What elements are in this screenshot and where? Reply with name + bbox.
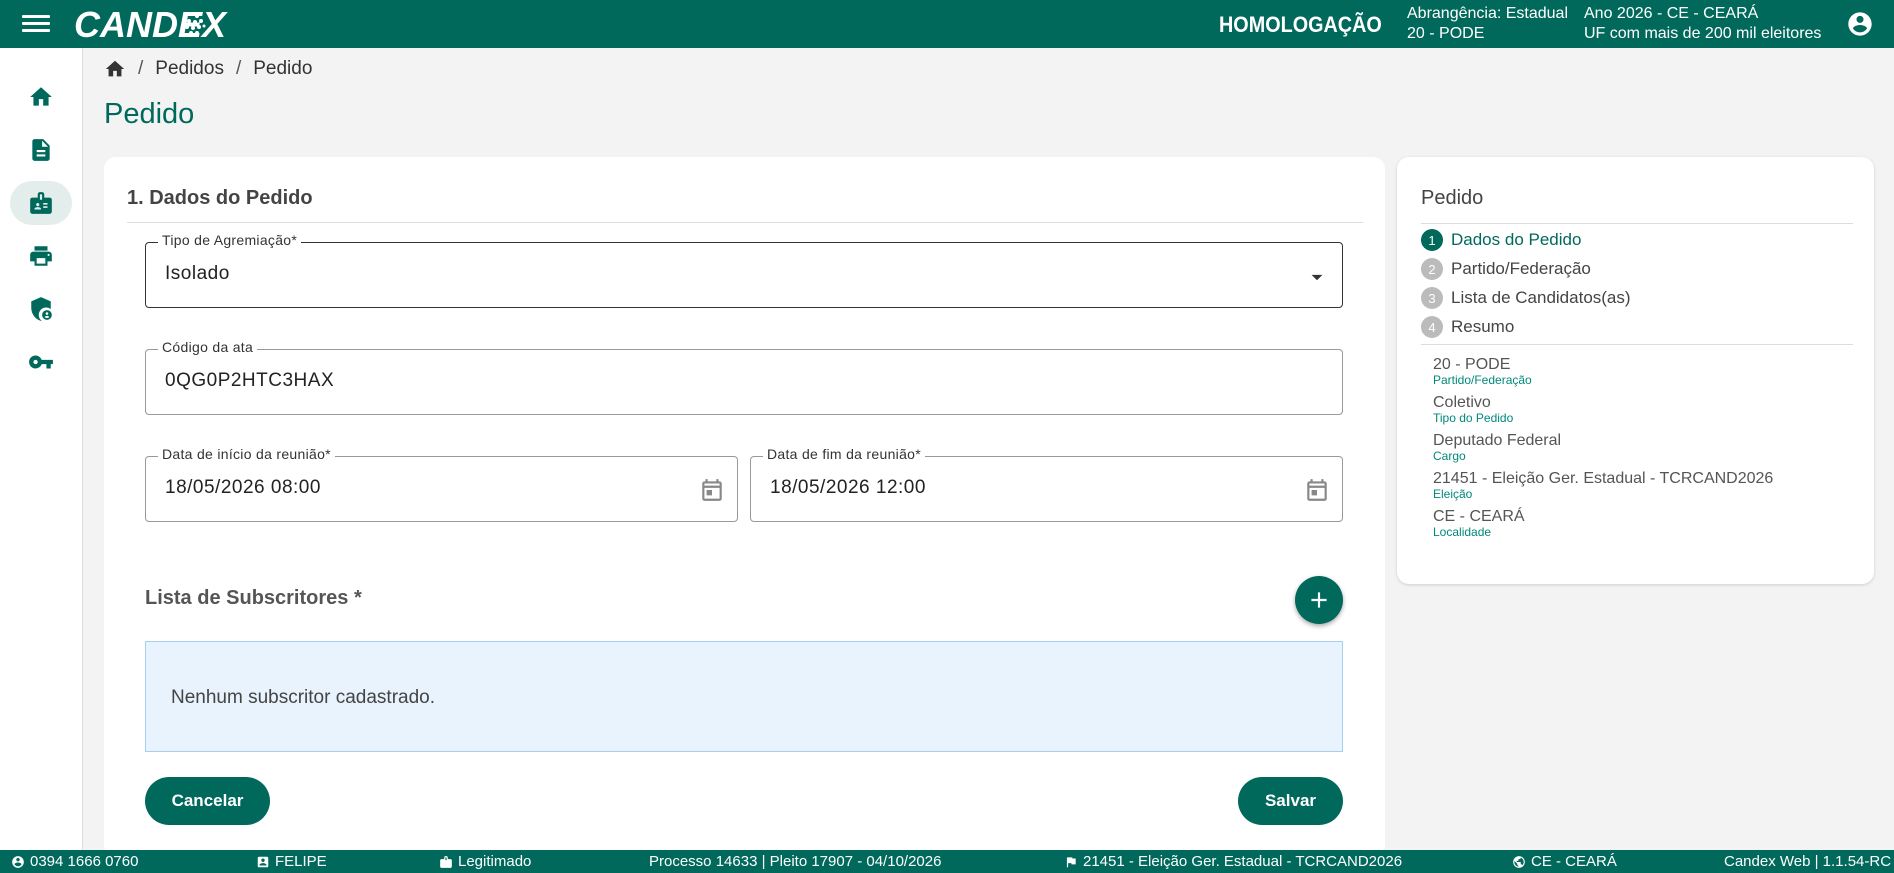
- footer-role: Legitimado: [439, 853, 531, 870]
- step-number: 1: [1421, 229, 1443, 251]
- breadcrumb: / Pedidos / Pedido: [104, 58, 312, 80]
- save-button[interactable]: Salvar: [1238, 777, 1343, 825]
- data-fim-value: 18/05/2026 12:00: [770, 477, 926, 498]
- step-label: Partido/Federação: [1451, 259, 1591, 278]
- printer-icon: [30, 246, 52, 266]
- summary-item-cargo: Deputado Federal Cargo: [1433, 432, 1561, 463]
- top-app-bar: CANDEX HOMOLOGAÇÃO Abrangência: Estadual…: [0, 0, 1894, 48]
- step-partido[interactable]: 2 Partido/Federação: [1421, 258, 1591, 280]
- data-inicio-label: Data de início da reunião*: [158, 446, 335, 462]
- status-bar: 0394 1666 0760 FELIPE Legitimado Process…: [0, 850, 1894, 873]
- codigo-ata-value: 0QG0P2HTC3HAX: [165, 370, 335, 391]
- subscritores-empty-state: Nenhum subscritor cadastrado.: [145, 641, 1343, 752]
- badge-icon: [30, 192, 52, 214]
- footer-process: Processo 14633 | Pleito 17907 - 04/10/20…: [649, 853, 942, 870]
- account-circle-icon[interactable]: [1846, 10, 1874, 38]
- data-fim-label: Data de fim da reunião*: [763, 446, 925, 462]
- data-fim-field[interactable]: Data de fim da reunião* 18/05/2026 12:00: [750, 446, 1343, 522]
- step-candidatos[interactable]: 3 Lista de Candidatos(as): [1421, 287, 1631, 309]
- dropdown-arrow-icon[interactable]: [1304, 264, 1330, 290]
- year-info: Ano 2026 - CE - CEARÁ UF com mais de 200…: [1584, 4, 1821, 44]
- globe-icon: [1513, 855, 1525, 868]
- summary-value: Coletivo: [1433, 394, 1491, 411]
- divider: [127, 222, 1363, 223]
- summary-title: Pedido: [1421, 187, 1484, 209]
- cancel-button[interactable]: Cancelar: [145, 777, 270, 825]
- summary-label: Localidade: [1433, 525, 1492, 539]
- step-number: 3: [1421, 287, 1443, 309]
- divider: [1421, 223, 1853, 224]
- plus-icon: [1311, 592, 1327, 608]
- step-number: 4: [1421, 316, 1443, 338]
- account-circle-icon: [12, 855, 24, 868]
- summary-label: Cargo: [1433, 449, 1466, 463]
- subscritores-title: Lista de Subscritores *: [145, 587, 362, 609]
- summary-item-localidade: CE - CEARÁ Localidade: [1433, 508, 1525, 539]
- sidebar: [0, 48, 83, 850]
- divider: [1421, 344, 1853, 345]
- data-inicio-value: 18/05/2026 08:00: [165, 477, 321, 498]
- sidebar-item-home[interactable]: [10, 75, 72, 119]
- step-number: 2: [1421, 258, 1443, 280]
- step-label: Resumo: [1451, 317, 1515, 336]
- shield-user-icon: [31, 297, 52, 321]
- sidebar-item-print[interactable]: [10, 234, 72, 278]
- scope-line: Abrangência: Estadual: [1407, 5, 1568, 22]
- tipo-agremiacao-select[interactable]: Tipo de Agremiação* Isolado: [145, 232, 1343, 308]
- sidebar-item-pedidos[interactable]: [10, 181, 72, 225]
- breadcrumb-pedido: Pedido: [253, 58, 313, 79]
- party-line: 20 - PODE: [1407, 25, 1485, 42]
- summary-value: 20 - PODE: [1433, 356, 1511, 373]
- step-dados-pedido[interactable]: 1 Dados do Pedido: [1421, 229, 1581, 251]
- step-resumo[interactable]: 4 Resumo: [1421, 316, 1514, 338]
- summary-value: CE - CEARÁ: [1433, 508, 1525, 525]
- codigo-ata-field[interactable]: Código da ata 0QG0P2HTC3HAX: [145, 339, 1343, 415]
- order-form-card: 1. Dados do Pedido Tipo de Agremiação* I…: [104, 157, 1385, 857]
- step-label: Lista de Candidatos(as): [1451, 288, 1631, 307]
- step-label: Dados do Pedido: [1451, 230, 1582, 249]
- flag-icon: [1066, 856, 1076, 867]
- order-summary-card: Pedido 1 Dados do Pedido 2 Partido/Feder…: [1397, 157, 1874, 584]
- menu-icon[interactable]: [22, 12, 50, 36]
- document-icon: [32, 139, 50, 161]
- sidebar-item-security[interactable]: [10, 287, 72, 331]
- section-title: 1. Dados do Pedido: [127, 187, 313, 209]
- summary-value: Deputado Federal: [1433, 432, 1562, 449]
- summary-label: Tipo do Pedido: [1433, 411, 1514, 425]
- footer-user: FELIPE: [256, 853, 327, 870]
- scope-info: Abrangência: Estadual 20 - PODE: [1407, 4, 1568, 44]
- tipo-agremiacao-value: Isolado: [165, 263, 230, 284]
- uf-line: UF com mais de 200 mil eleitores: [1584, 25, 1822, 42]
- breadcrumb-pedidos[interactable]: Pedidos: [155, 58, 224, 80]
- key-icon: [29, 355, 53, 369]
- summary-label: Partido/Federação: [1433, 373, 1532, 387]
- home-icon[interactable]: [104, 58, 126, 80]
- calendar-icon[interactable]: [699, 477, 725, 503]
- footer-election: 21451 - Eleição Ger. Estadual - TCRCAND2…: [1064, 853, 1402, 870]
- codigo-ata-label: Código da ata: [158, 339, 258, 355]
- footer-version: Candex Web | 1.1.54-RC: [1724, 853, 1892, 870]
- summary-item-partido: 20 - PODE Partido/Federação: [1433, 356, 1532, 387]
- add-subscritor-button[interactable]: [1295, 576, 1343, 624]
- data-inicio-field[interactable]: Data de início da reunião* 18/05/2026 08…: [145, 446, 738, 522]
- footer-locality: CE - CEARÁ: [1512, 853, 1617, 870]
- summary-item-tipo: Coletivo Tipo do Pedido: [1433, 394, 1513, 425]
- summary-value: 21451 - Eleição Ger. Estadual - TCRCAND2…: [1433, 470, 1774, 487]
- logo-dots-icon: [183, 12, 206, 35]
- calendar-icon[interactable]: [1304, 477, 1330, 503]
- sidebar-item-documents[interactable]: [10, 128, 72, 172]
- contact-icon: [257, 856, 269, 867]
- tipo-agremiacao-label: Tipo de Agremiação*: [158, 232, 302, 248]
- home-icon: [30, 87, 52, 106]
- badge-icon: [440, 855, 452, 868]
- summary-label: Eleição: [1433, 487, 1473, 501]
- footer-phone: 0394 1666 0760: [11, 853, 138, 870]
- year-line: Ano 2026 - CE - CEARÁ: [1584, 5, 1759, 22]
- empty-message: Nenhum subscritor cadastrado.: [171, 687, 436, 708]
- page-title: Pedido: [104, 98, 195, 130]
- summary-item-eleicao: 21451 - Eleição Ger. Estadual - TCRCAND2…: [1433, 470, 1773, 501]
- environment-label: HOMOLOGAÇÃO: [1219, 12, 1382, 37]
- sidebar-item-keys[interactable]: [10, 340, 72, 384]
